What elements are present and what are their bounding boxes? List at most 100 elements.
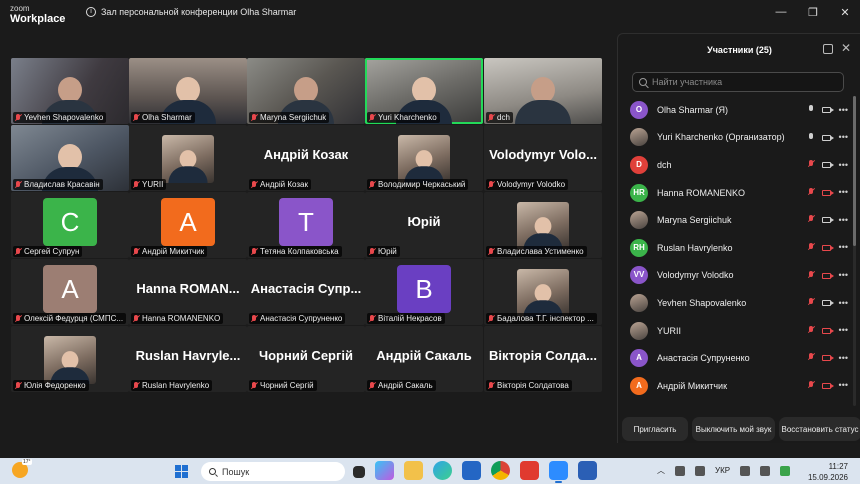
microphone-icon[interactable] bbox=[808, 132, 814, 142]
participant-list-scrollbar[interactable] bbox=[853, 96, 856, 406]
more-options-icon[interactable]: ••• bbox=[839, 381, 848, 390]
battery-icon[interactable] bbox=[780, 465, 791, 476]
participant-tile[interactable]: dch bbox=[484, 58, 602, 124]
more-options-icon[interactable]: ••• bbox=[839, 298, 848, 307]
participant-tile[interactable]: Юрій Юрій bbox=[365, 192, 483, 258]
microphone-muted-icon[interactable] bbox=[808, 325, 814, 335]
participant-tile[interactable]: Чорний Сергій Чорний Сергій bbox=[247, 326, 365, 392]
tray-pen-icon[interactable] bbox=[695, 465, 705, 476]
camera-off-icon[interactable] bbox=[821, 382, 834, 389]
pop-out-icon[interactable] bbox=[823, 44, 833, 54]
tray-app-icon[interactable] bbox=[675, 465, 685, 476]
microphone-muted-icon[interactable] bbox=[808, 242, 814, 252]
participant-tile[interactable]: Владислав Красавін bbox=[11, 125, 129, 191]
camera-off-icon[interactable] bbox=[821, 244, 834, 251]
tray-chevron-icon[interactable]: ︿ bbox=[657, 465, 665, 476]
participant-tile[interactable]: Володимир Черкаський bbox=[365, 125, 483, 191]
microphone-muted-icon[interactable] bbox=[808, 160, 814, 169]
participant-row[interactable]: А Андрій Микитчик ••• bbox=[618, 372, 850, 400]
camera-off-icon[interactable] bbox=[821, 189, 834, 196]
word-icon[interactable] bbox=[578, 461, 597, 480]
participant-tile[interactable]: Андрій Сакаль Андрій Сакаль bbox=[365, 326, 483, 392]
camera-icon[interactable] bbox=[821, 107, 834, 113]
camera-off-icon[interactable] bbox=[821, 272, 834, 279]
participant-row[interactable]: VV Volodymyr Volodko ••• bbox=[618, 262, 850, 290]
edge-icon[interactable] bbox=[433, 461, 452, 480]
participant-tile[interactable]: А Андрій Микитчик bbox=[129, 192, 247, 258]
participant-tile[interactable]: Ruslan Havryle... Ruslan Havrylenko bbox=[129, 326, 247, 392]
store-icon[interactable] bbox=[462, 461, 481, 480]
more-options-icon[interactable]: ••• bbox=[839, 243, 848, 252]
participant-row[interactable]: Yevhen Shapovalenko ••• bbox=[618, 289, 850, 317]
restore-icon[interactable]: ❐ bbox=[806, 6, 820, 19]
pdf-reader-icon[interactable] bbox=[520, 461, 539, 480]
participant-tile[interactable]: Андрій Козак Андрій Козак bbox=[247, 125, 365, 191]
participant-tile[interactable]: Владислава Устименко bbox=[484, 192, 602, 258]
participant-tile[interactable]: Бадалова Т.Г. інспектор ... bbox=[484, 259, 602, 325]
minimize-icon[interactable]: — bbox=[774, 6, 788, 19]
participant-row[interactable]: YURII ••• bbox=[618, 317, 850, 345]
participant-tile[interactable]: С Сергей Супрун bbox=[11, 192, 129, 258]
meeting-info[interactable]: i Зал персональной конференции Olha Shar… bbox=[86, 7, 296, 17]
camera-off-icon[interactable] bbox=[821, 327, 834, 334]
more-options-icon[interactable]: ••• bbox=[839, 160, 848, 169]
camera-icon[interactable] bbox=[821, 134, 834, 141]
participant-tile[interactable]: YURII bbox=[129, 125, 247, 191]
invite-button[interactable]: Пригласить bbox=[622, 417, 688, 441]
camera-off-icon[interactable] bbox=[821, 355, 834, 362]
participant-tile[interactable]: Юлія Федоренко bbox=[11, 326, 129, 392]
participant-tile[interactable]: Вікторія Солда... Вікторія Солдатова bbox=[484, 326, 602, 392]
start-icon[interactable] bbox=[175, 465, 188, 478]
participant-search[interactable] bbox=[632, 72, 844, 92]
participant-row[interactable]: RH Ruslan Havrylenko ••• bbox=[618, 234, 850, 262]
camera-icon[interactable] bbox=[821, 162, 834, 169]
camera-icon[interactable] bbox=[821, 217, 834, 224]
chrome-icon[interactable] bbox=[491, 461, 510, 480]
volume-icon[interactable] bbox=[760, 465, 771, 476]
participant-search-input[interactable] bbox=[652, 77, 832, 87]
participant-tile[interactable]: Volodymyr Volo... Volodymyr Volodko bbox=[484, 125, 602, 191]
microphone-muted-icon[interactable] bbox=[808, 270, 814, 280]
participant-tile[interactable]: Yuri Kharchenko bbox=[365, 58, 483, 124]
participant-tile[interactable]: Olha Sharmar bbox=[129, 58, 247, 124]
microphone-muted-icon[interactable] bbox=[808, 215, 814, 224]
more-options-icon[interactable]: ••• bbox=[839, 326, 848, 335]
participant-tile[interactable]: Maryna Sergiichuk bbox=[247, 58, 365, 124]
taskbar-search[interactable]: Пошук bbox=[201, 462, 345, 481]
participant-tile[interactable]: Анастасія Супр... Анастасія Супруненко bbox=[247, 259, 365, 325]
microphone-muted-icon[interactable] bbox=[808, 380, 814, 390]
copilot-icon[interactable] bbox=[375, 461, 394, 480]
more-options-icon[interactable]: ••• bbox=[839, 353, 848, 362]
participant-row[interactable]: O Olha Sharmar (Я) ••• bbox=[618, 96, 850, 124]
participant-tile[interactable]: Т Тетяна Колпаковська bbox=[247, 192, 365, 258]
microphone-muted-icon[interactable] bbox=[808, 298, 814, 307]
microphone-icon[interactable] bbox=[808, 105, 814, 114]
microphone-muted-icon[interactable] bbox=[808, 353, 814, 362]
scrollbar-thumb[interactable] bbox=[853, 96, 856, 246]
participant-row[interactable]: HR Hanna ROMANENKO ••• bbox=[618, 179, 850, 207]
file-explorer-icon[interactable] bbox=[404, 461, 423, 480]
language-indicator[interactable]: УКР bbox=[715, 466, 730, 475]
zoom-taskbar-icon[interactable] bbox=[549, 461, 568, 483]
participant-tile[interactable]: А Олексій Федурця (СМПС... bbox=[11, 259, 129, 325]
camera-icon[interactable] bbox=[821, 300, 834, 307]
more-options-icon[interactable]: ••• bbox=[839, 271, 848, 280]
close-panel-icon[interactable]: ✕ bbox=[841, 41, 851, 55]
participant-row[interactable]: Ddch ••• bbox=[618, 151, 850, 179]
participant-tile[interactable]: В Віталій Некрасов bbox=[365, 259, 483, 325]
more-options-icon[interactable]: ••• bbox=[839, 188, 848, 197]
participant-tile[interactable]: Yevhen Shapovalenko bbox=[11, 58, 129, 124]
wifi-icon[interactable] bbox=[740, 465, 751, 476]
close-icon[interactable]: ✕ bbox=[838, 6, 852, 19]
participant-tile[interactable]: Hanna ROMAN... Hanna ROMANENKO bbox=[129, 259, 247, 325]
more-options-icon[interactable]: ••• bbox=[839, 105, 848, 114]
mute-me-button[interactable]: Выключить мой звук bbox=[692, 417, 775, 441]
participant-row[interactable]: А Анастасія Супруненко ••• bbox=[618, 344, 850, 372]
more-options-icon[interactable]: ••• bbox=[839, 215, 848, 224]
more-options-icon[interactable]: ••• bbox=[839, 133, 848, 142]
participant-row[interactable]: Maryna Sergiichuk ••• bbox=[618, 206, 850, 234]
restore-status-button[interactable]: Восстановить статус bbox=[779, 417, 860, 441]
info-icon[interactable]: i bbox=[86, 7, 96, 17]
microphone-muted-icon[interactable] bbox=[808, 187, 814, 197]
task-view-icon[interactable] bbox=[353, 466, 365, 478]
